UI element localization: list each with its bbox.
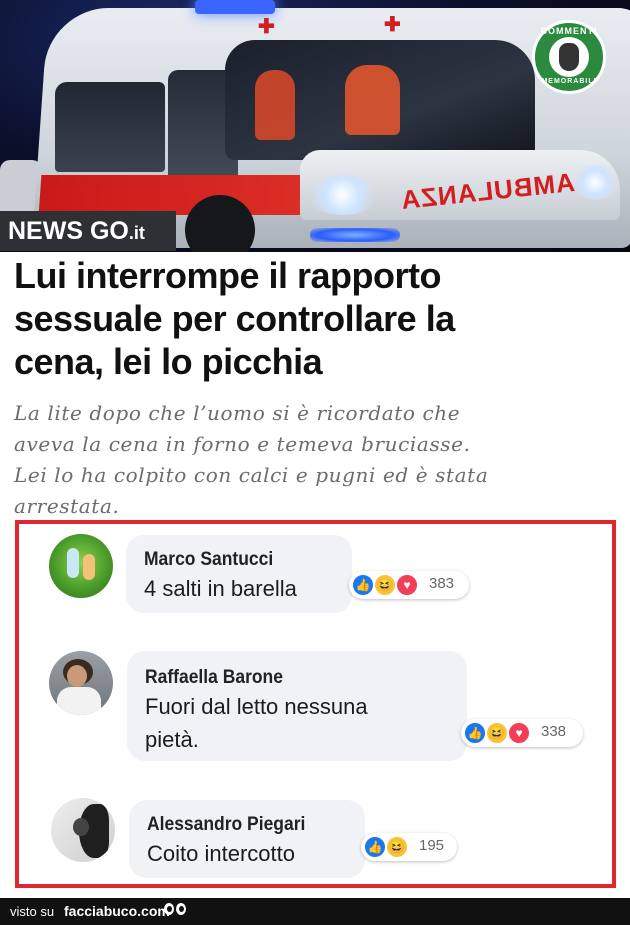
headlight	[305, 175, 380, 215]
haha-icon: 😆	[373, 573, 397, 597]
newsgo-logo-main: NEWS GO	[8, 217, 129, 245]
eyes-icon	[164, 903, 188, 917]
comment-author[interactable]: Marco Santucci	[144, 549, 273, 571]
subtitle-line: Lei lo ha colpito con calci e pugni ed è…	[14, 463, 489, 487]
haha-icon: 😆	[385, 835, 409, 859]
article-headline: Lui interrompe il rapporto sessuale per …	[14, 254, 614, 383]
comments-highlight-box: Marco Santucci 4 salti in barella 👍 😆 ♥ …	[15, 520, 616, 888]
comment-text: 4 salti in barella	[144, 576, 297, 601]
comment-author[interactable]: Alessandro Piegari	[147, 814, 305, 836]
commenti-memorabili-logo: COMMENTI MEMORABILI	[532, 20, 606, 94]
headline-line: cena, lei lo picchia	[14, 341, 323, 382]
reaction-count: 338	[541, 723, 567, 740]
reaction-summary[interactable]: 👍 😆 ♥ 338	[461, 719, 583, 747]
article-subtitle: La lite dopo che l’uomo si è ricordato c…	[14, 398, 624, 522]
avatar[interactable]	[49, 534, 113, 598]
newsgo-logo-suffix: .it	[128, 223, 145, 243]
footer-bar: visto su facciabuco.com	[0, 898, 630, 925]
paramedic	[255, 70, 295, 140]
footer-visto-label: visto su	[10, 904, 55, 919]
subtitle-line: aveva la cena in forno e temeva bruciass…	[14, 432, 471, 456]
badge-face-icon	[549, 37, 589, 77]
hero-image: ✚ ✚ AMBULANZA COMMENTI MEMORABILI NEWS G…	[0, 0, 630, 252]
avatar[interactable]	[51, 798, 115, 862]
red-cross-icon: ✚	[258, 16, 275, 38]
comment-author[interactable]: Raffaella Barone	[145, 667, 283, 689]
love-icon: ♥	[507, 721, 531, 745]
red-cross-icon: ✚	[384, 14, 401, 36]
side-window	[55, 82, 165, 172]
reaction-summary[interactable]: 👍 😆 195	[361, 833, 457, 861]
love-icon: ♥	[395, 573, 419, 597]
badge-top-text: COMMENTI	[540, 26, 598, 36]
reaction-summary[interactable]: 👍 😆 ♥ 383	[349, 571, 469, 599]
comment-text: Fuori dal letto nessuna	[145, 694, 368, 719]
haha-icon: 😆	[485, 721, 509, 745]
comment-bubble: Marco Santucci 4 salti in barella	[126, 535, 352, 613]
blue-lights	[310, 228, 400, 242]
paramedic	[345, 65, 400, 135]
reaction-count: 195	[419, 837, 445, 854]
headline-line: sessuale per controllare la	[14, 298, 455, 339]
comment-text: pietà.	[145, 727, 199, 752]
subtitle-line: arrestata.	[14, 494, 120, 518]
headline-line: Lui interrompe il rapporto	[14, 255, 442, 296]
comment-bubble: Raffaella Barone Fuori dal letto nessuna…	[127, 651, 467, 761]
footer-site-link[interactable]: facciabuco.com	[64, 898, 170, 925]
headlight	[570, 165, 620, 200]
comment-bubble: Alessandro Piegari Coito intercotto	[129, 800, 365, 878]
like-icon: 👍	[463, 721, 487, 745]
comment-text: Coito intercotto	[147, 841, 295, 866]
reaction-count: 383	[429, 575, 455, 592]
subtitle-line: La lite dopo che l’uomo si è ricordato c…	[14, 401, 461, 425]
like-icon: 👍	[351, 573, 375, 597]
avatar[interactable]	[49, 651, 113, 715]
badge-bottom-text: MEMORABILI	[541, 78, 597, 85]
roof-lightbar	[195, 0, 275, 14]
newsgo-logo: NEWS GO.it	[0, 211, 176, 251]
like-icon: 👍	[363, 835, 387, 859]
